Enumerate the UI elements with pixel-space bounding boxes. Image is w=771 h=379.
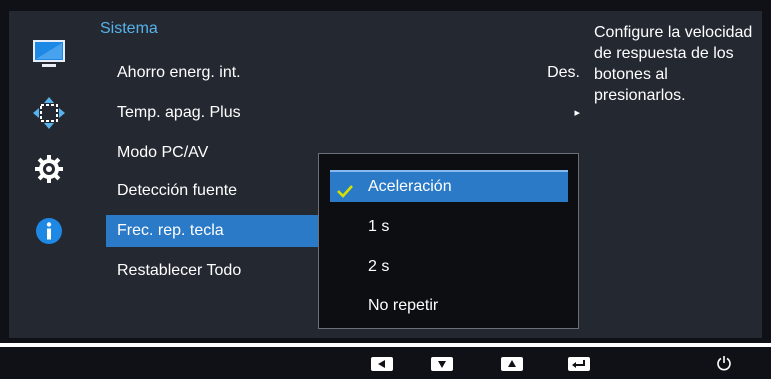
down-arrow-icon[interactable]	[431, 357, 453, 371]
menu-item-label: Ahorro energ. int.	[117, 64, 241, 81]
option-label: No repetir	[368, 297, 439, 314]
option-label: 1 s	[368, 218, 390, 235]
position-arrows-icon[interactable]	[31, 95, 67, 131]
option-label: Aceleración	[368, 178, 452, 195]
power-icon[interactable]	[715, 354, 733, 372]
up-arrow-icon[interactable]	[501, 357, 523, 371]
osd-window: Sistema Ahorro energ. int. Des. Temp. ap…	[0, 0, 771, 343]
menu-item-label: Modo PC/AV	[117, 144, 209, 161]
option-2s[interactable]: 2 s	[330, 251, 568, 283]
option-label: 2 s	[368, 258, 390, 275]
enter-icon[interactable]	[568, 357, 590, 371]
info-icon[interactable]	[31, 213, 67, 249]
menu-item-label: Restablecer Todo	[117, 262, 242, 279]
gear-icon[interactable]	[31, 151, 67, 187]
option-aceleracion[interactable]: Aceleración	[330, 170, 568, 202]
menu-item-frec-rep-tecla[interactable]: Frec. rep. tecla	[106, 215, 336, 247]
checkmark-icon	[336, 179, 354, 209]
help-panel: Configure la velocidad de respuesta de l…	[591, 11, 762, 338]
repeat-rate-dropdown: Aceleración 1 s 2 s No repetir	[318, 153, 579, 329]
sidebar-icon-column	[9, 11, 89, 338]
menu-title: Sistema	[100, 20, 158, 37]
menu-item-label: Detección fuente	[117, 182, 238, 199]
left-arrow-icon[interactable]	[371, 357, 393, 371]
menu-item-label: Temp. apag. Plus	[117, 104, 241, 121]
menu-item-ahorro-energ[interactable]: Ahorro energ. int. Des.	[106, 57, 594, 89]
menu-item-label: Frec. rep. tecla	[117, 222, 224, 239]
help-text: Configure la velocidad de respuesta de l…	[594, 24, 753, 104]
bottom-control-bar	[0, 347, 771, 379]
monitor-icon[interactable]	[31, 36, 67, 72]
menu-item-value: Des.	[547, 64, 580, 81]
option-no-repetir[interactable]: No repetir	[330, 290, 568, 322]
option-1s[interactable]: 1 s	[330, 211, 568, 243]
submenu-arrow-icon: ▸	[574, 107, 580, 119]
menu-item-temp-apag-plus[interactable]: Temp. apag. Plus ▸	[106, 97, 594, 129]
